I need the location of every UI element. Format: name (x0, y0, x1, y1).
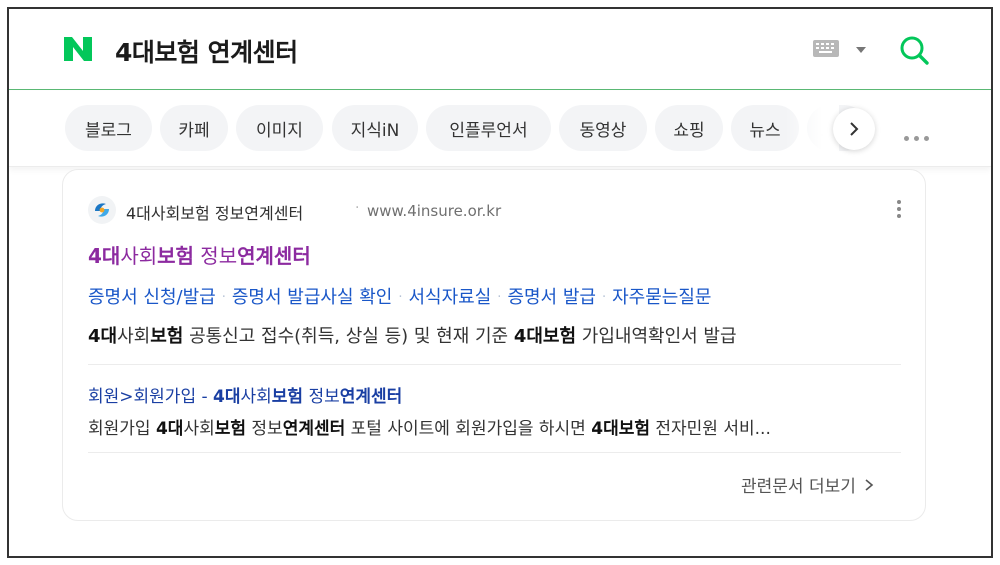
kebab-menu-icon[interactable] (896, 200, 902, 220)
header-divider (9, 89, 991, 90)
browser-frame: 4대보험 연계센터 블로그 카페 이미지 지식iN 인플루언서 동영상 쇼핑 뉴… (7, 7, 993, 558)
sitelink[interactable]: 증명서 신청/발급 (88, 287, 216, 308)
tab-image[interactable]: 이미지 (236, 105, 323, 151)
sub-result-title-link[interactable]: 회원>회원가입 - 4대사회보험 정보연계센터 (88, 382, 402, 407)
tab-kin[interactable]: 지식iN (332, 105, 418, 151)
site-separator: · (355, 200, 360, 216)
search-query[interactable]: 4대보험 연계센터 (115, 33, 298, 69)
chevron-right-icon (850, 122, 859, 136)
tab-cafe[interactable]: 카페 (160, 105, 228, 151)
divider (88, 452, 901, 453)
naver-logo-icon[interactable] (62, 36, 94, 62)
sitelinks: 증명서 신청/발급 · 증명서 발급사실 확인 · 서식자료실 · 증명서 발급 · 자주묻는질… (88, 287, 712, 308)
tabs-next-button[interactable] (833, 108, 875, 150)
related-docs-more-link[interactable]: 관련문서 더보기 (741, 472, 876, 497)
more-horizontal-icon[interactable] (904, 136, 930, 142)
site-favicon-icon (88, 196, 116, 224)
search-header: 4대보험 연계센터 (9, 9, 991, 91)
tab-influencer[interactable]: 인플루언서 (426, 105, 551, 151)
tab-blog[interactable]: 블로그 (65, 105, 152, 151)
divider (88, 364, 901, 365)
tab-shopping[interactable]: 쇼핑 (655, 105, 723, 151)
sub-result-description: 회원가입 4대사회보험 정보연계센터 포털 사이트에 회원가입을 하시면 4대보… (88, 419, 771, 439)
keyboard-icon[interactable] (813, 40, 839, 57)
tabs-fade (785, 101, 839, 157)
tab-video[interactable]: 동영상 (559, 105, 647, 151)
search-icon[interactable] (897, 33, 931, 67)
sitelink[interactable]: 증명서 발급 (507, 287, 596, 308)
result-description: 4대사회보험 공통신고 접수(취득, 상실 등) 및 현재 기준 4대보험 가입… (88, 326, 737, 347)
sitelink[interactable]: 서식자료실 (408, 287, 491, 308)
sitelink[interactable]: 자주묻는질문 (612, 287, 711, 308)
chevron-right-icon (865, 478, 874, 491)
site-name[interactable]: 4대사회보험 정보연계센터 (126, 200, 303, 224)
category-tabs: 블로그 카페 이미지 지식iN 인플루언서 동영상 쇼핑 뉴스 쇼 (9, 91, 991, 167)
search-result-card: 4대사회보험 정보연계센터 · www.4insure.or.kr 4대사회보험… (62, 169, 926, 521)
sitelink[interactable]: 증명서 발급사실 확인 (232, 287, 392, 308)
site-url[interactable]: www.4insure.or.kr (367, 202, 501, 220)
caret-down-icon[interactable] (856, 47, 866, 53)
result-title-link[interactable]: 4대사회보험 정보연계센터 (88, 240, 311, 269)
related-docs-more-label: 관련문서 더보기 (741, 477, 856, 497)
